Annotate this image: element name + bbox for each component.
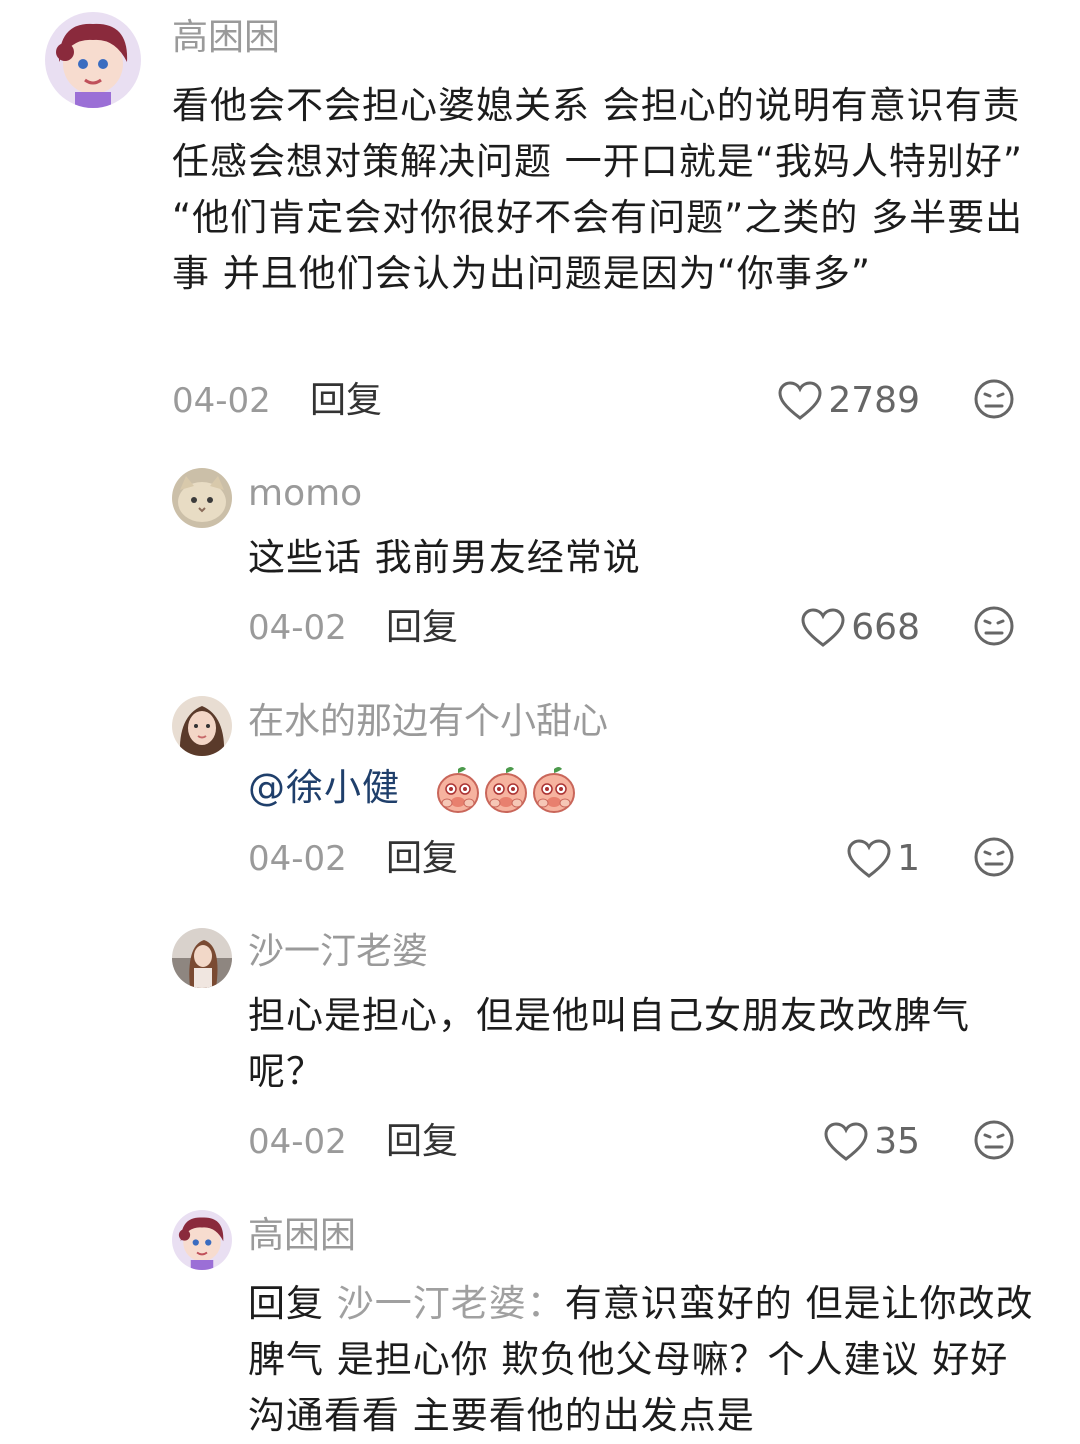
username[interactable]: 高困困 (248, 1214, 356, 1258)
comment-date: 04-02 (248, 608, 347, 648)
like-count: 668 (851, 607, 920, 648)
comment-actions: 04-02 回复 35 (0, 1117, 1080, 1167)
comment-date: 04-02 (248, 839, 347, 879)
comment-actions: 04-02 回复 1 (0, 834, 1080, 884)
neutral-face-icon[interactable] (973, 836, 1015, 878)
like-button[interactable]: 668 (801, 603, 920, 653)
reply-button[interactable]: 回复 (386, 1117, 458, 1167)
mention-link[interactable]: @徐小健 (248, 766, 400, 809)
avatar[interactable] (172, 468, 232, 528)
comment-text: 看他会不会担心婆媳关系 会担心的说明有意识有责任感会想对策解决问题 一开口就是“… (172, 84, 1024, 295)
avatar[interactable] (172, 1210, 232, 1270)
username[interactable]: 高困困 (172, 16, 280, 60)
like-button[interactable]: 35 (824, 1117, 920, 1167)
like-count: 35 (874, 1121, 920, 1162)
avatar[interactable] (172, 696, 232, 756)
like-count: 2789 (828, 380, 920, 421)
emoji-row (435, 766, 579, 813)
username[interactable]: 在水的那边有个小甜心 (248, 700, 608, 744)
peach-face-emoji-icon (532, 766, 575, 813)
reply-button[interactable]: 回复 (386, 603, 458, 653)
username[interactable]: momo (248, 472, 362, 516)
comment-actions: 04-02 回复 2789 (0, 376, 1080, 426)
avatar[interactable] (45, 12, 141, 108)
reply-button[interactable]: 回复 (386, 834, 458, 884)
comment-text: 担心是担心，但是他叫自己女朋友改改脾气呢？ (248, 994, 970, 1093)
comment-date: 04-02 (172, 381, 271, 421)
heart-outline-icon (778, 381, 822, 420)
reply-target-user[interactable]: 沙一汀老婆： (337, 1282, 565, 1325)
like-button[interactable]: 2789 (778, 376, 920, 426)
username[interactable]: 沙一汀老婆 (248, 930, 428, 974)
comment-text: 回复 沙一汀老婆：有意识蛮好的 但是让你改改脾气 是担心你 欺负他父母嘛？个人建… (248, 1276, 1038, 1444)
comment-text: 这些话 我前男友经常说 (248, 536, 641, 579)
reply-button[interactable]: 回复 (310, 376, 382, 426)
neutral-face-icon[interactable] (973, 378, 1015, 420)
comment-text: @徐小健 (248, 760, 1038, 816)
peach-face-emoji-icon (484, 766, 527, 813)
like-button[interactable]: 1 (847, 834, 920, 884)
avatar[interactable] (172, 928, 232, 988)
neutral-face-icon[interactable] (973, 605, 1015, 647)
comment-actions: 04-02 回复 668 (0, 603, 1080, 653)
neutral-face-icon[interactable] (973, 1119, 1015, 1161)
heart-outline-icon (847, 839, 891, 878)
heart-outline-icon (801, 608, 845, 647)
heart-outline-icon (824, 1122, 868, 1161)
peach-face-emoji-icon (436, 766, 479, 813)
reply-prefix: 回复 (248, 1282, 337, 1325)
like-count: 1 (897, 838, 920, 879)
comment-date: 04-02 (248, 1122, 347, 1162)
